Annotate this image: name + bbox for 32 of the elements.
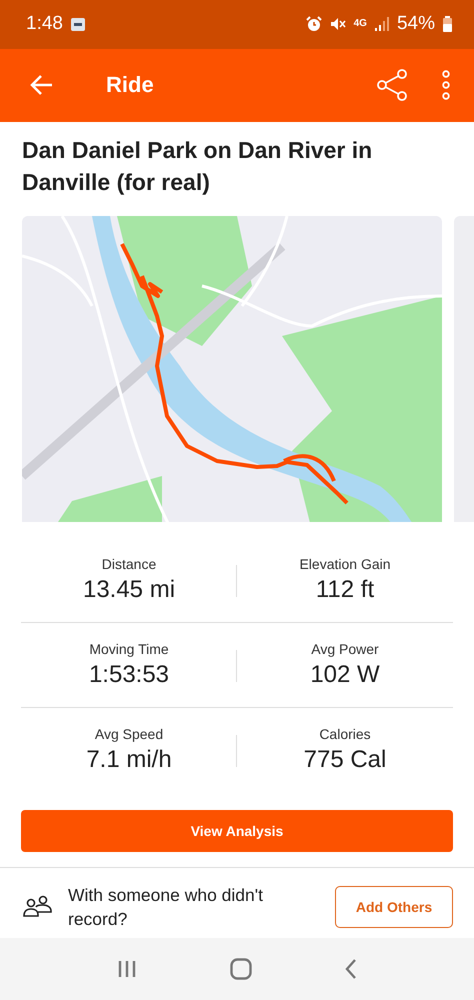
stat-label: Elevation Gain bbox=[299, 556, 391, 572]
view-analysis-button[interactable]: View Analysis bbox=[21, 810, 453, 852]
stat-value: 7.1 mi/h bbox=[86, 746, 172, 774]
battery-icon bbox=[443, 16, 452, 32]
stat-label: Distance bbox=[102, 556, 156, 572]
stat-value: 1:53:53 bbox=[88, 660, 170, 689]
stat-value: 775 Cal bbox=[304, 746, 386, 774]
app-notification-icon bbox=[70, 18, 85, 31]
network-type: 4G bbox=[354, 19, 367, 30]
screen-title: Ride bbox=[106, 72, 155, 98]
add-others-button[interactable]: Add Others bbox=[335, 886, 453, 928]
alarm-icon bbox=[306, 16, 322, 32]
more-vertical-icon bbox=[442, 70, 450, 100]
people-icon bbox=[22, 894, 54, 920]
battery-level: 54% bbox=[396, 13, 435, 36]
home-icon bbox=[230, 958, 252, 980]
clock: 1:48 bbox=[26, 13, 63, 36]
add-others-prompt: With someone who didn't record? bbox=[68, 884, 264, 931]
stat-value: 13.45 mi bbox=[82, 576, 176, 604]
activity-title: Dan Daniel Park on Dan River in Danville (for real) bbox=[22, 136, 374, 198]
stat-label: Avg Power bbox=[311, 640, 379, 657]
chevron-left-icon bbox=[345, 958, 358, 979]
mute-icon bbox=[330, 16, 346, 32]
share-icon bbox=[376, 69, 408, 102]
stat-value: 102 W bbox=[310, 660, 380, 689]
back-arrow-icon bbox=[30, 74, 54, 96]
signal-icon bbox=[374, 17, 389, 32]
stat-label: Moving Time bbox=[89, 640, 169, 657]
stat-value: 112 ft bbox=[316, 576, 374, 604]
stat-label: Avg Speed bbox=[94, 726, 164, 742]
three-bars-icon bbox=[116, 960, 137, 978]
stat-label: Calories bbox=[319, 726, 371, 742]
